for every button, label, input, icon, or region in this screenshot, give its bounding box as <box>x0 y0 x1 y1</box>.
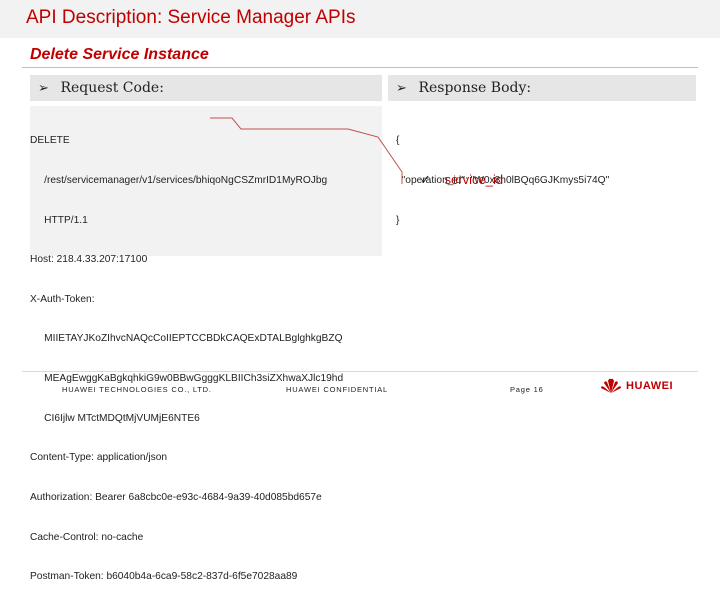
code-line: Cache-Control: no-cache <box>30 531 144 543</box>
code-line: Content-Type: application/json <box>30 452 168 464</box>
service-id-callout <box>210 117 403 184</box>
code-line: Postman-Token: b6040b4a-6ca9-58c2-837d-6… <box>30 571 298 583</box>
logo-wordmark: HUAWEI <box>626 380 673 392</box>
footer-confidential: HUAWEI CONFIDENTIAL <box>286 385 389 394</box>
callout-lines <box>210 117 403 184</box>
huawei-logo: HUAWEI <box>600 378 673 394</box>
footer-company: HUAWEI TECHNOLOGIES CO., LTD. <box>62 385 212 394</box>
footer-divider <box>22 371 698 372</box>
flower-logo-icon <box>601 378 621 393</box>
page-number: Page 16 <box>510 385 544 394</box>
code-line: Authorization: Bearer 6a8cbc0e-e93c-4684… <box>30 491 322 503</box>
code-line: CI6Ijlw MTctMDQtMjVUMjE6NTE6 <box>30 412 200 424</box>
